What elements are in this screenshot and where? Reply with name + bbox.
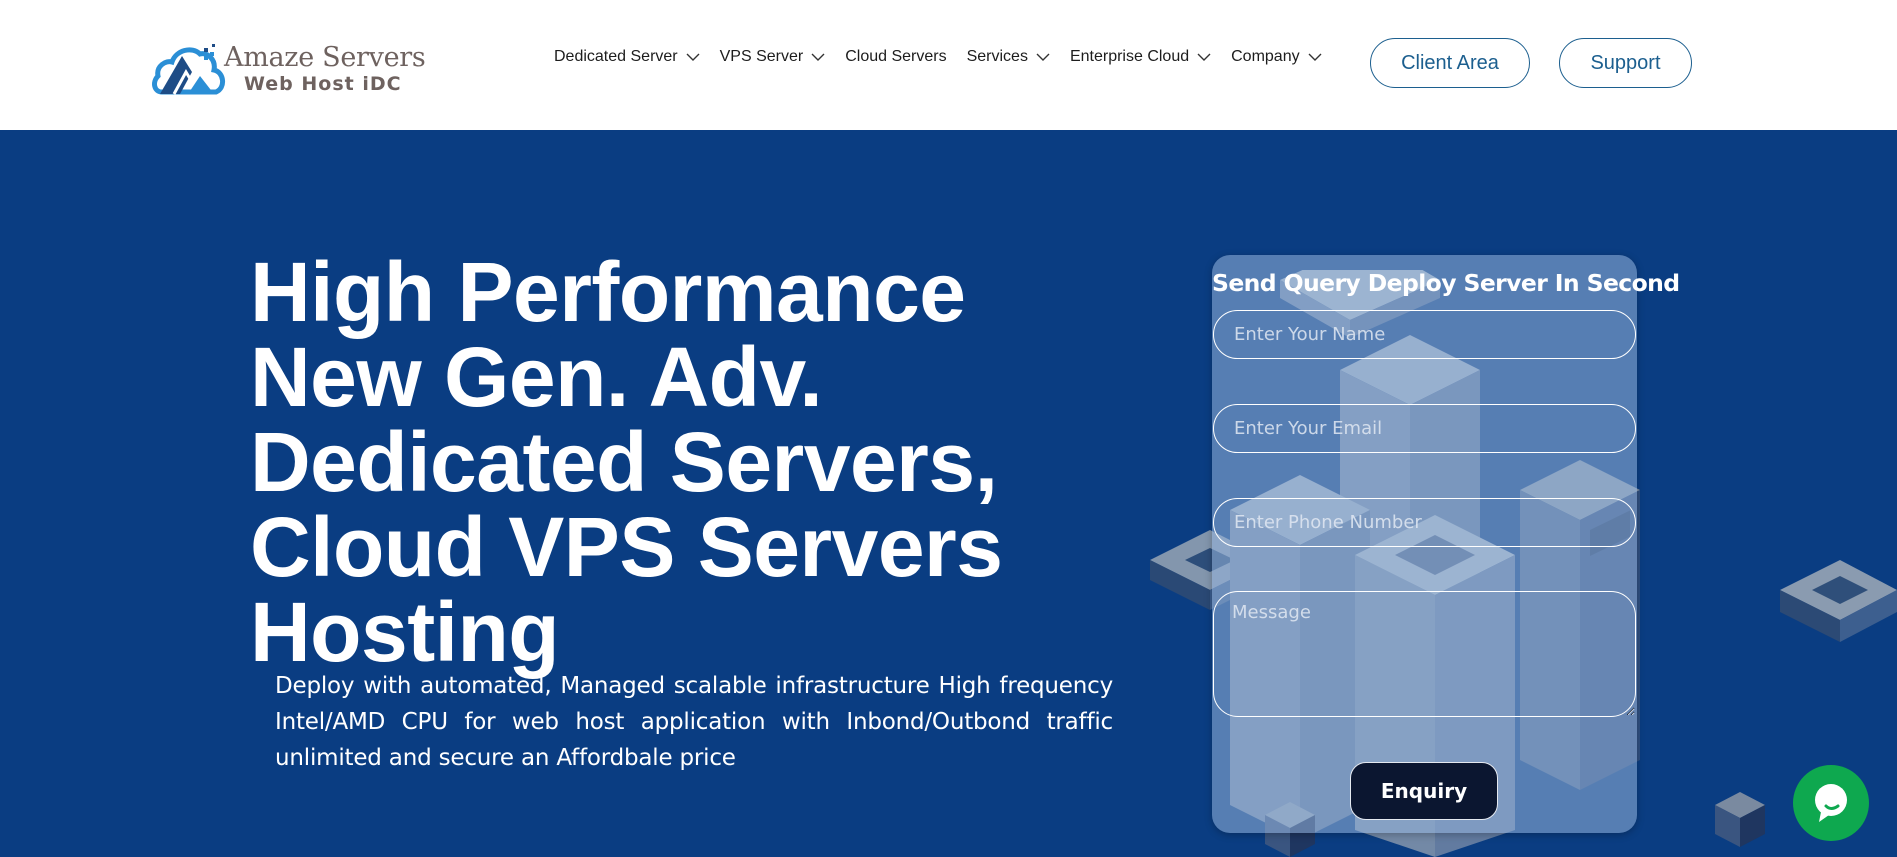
small-cube-right [1715, 792, 1765, 847]
nav-item-cloud-servers[interactable]: Cloud Servers [845, 48, 946, 66]
logo-subtitle: Web Host iDC [244, 73, 402, 95]
chevron-down-icon [1197, 53, 1211, 61]
nav-item-label: Enterprise Cloud [1069, 48, 1190, 65]
message-textarea[interactable] [1213, 591, 1636, 717]
nav-item-label: Services [966, 48, 1028, 65]
chevron-down-icon [1036, 53, 1050, 61]
name-input[interactable] [1213, 310, 1636, 359]
form-title: Send Query Deploy Server In Second [1212, 269, 1680, 297]
nav-item-label: VPS Server [719, 48, 804, 65]
nav-item-enterprise-cloud[interactable]: Enterprise Cloud [1070, 48, 1211, 66]
enquiry-button[interactable]: Enquiry [1350, 762, 1498, 820]
nav-item-label: Dedicated Server [554, 48, 678, 65]
chat-widget-button[interactable] [1793, 765, 1869, 841]
chevron-down-icon [1308, 53, 1322, 61]
main-nav: Dedicated Server VPS Server Cloud Server… [554, 46, 1342, 68]
nav-item-label: Company [1231, 48, 1300, 65]
hero-title: High Performance New Gen. Adv. Dedicated… [250, 245, 1003, 679]
nav-item-vps-server[interactable]: VPS Server [720, 48, 826, 66]
nav-item-dedicated-server[interactable]: Dedicated Server [554, 48, 700, 66]
cloud-logo-icon [152, 44, 225, 95]
email-input[interactable] [1213, 404, 1636, 453]
nav-item-company[interactable]: Company [1231, 48, 1322, 66]
site-header: Amaze Servers Web Host iDC Dedicated Ser… [0, 0, 1897, 130]
network-module-right [1780, 560, 1897, 642]
nav-item-services[interactable]: Services [967, 48, 1050, 66]
nav-item-label: Cloud Servers [845, 48, 947, 65]
logo-title: Amaze Servers [224, 42, 426, 73]
chevron-down-icon [686, 53, 700, 61]
enquiry-form: Send Query Deploy Server In Second Enqui… [1212, 255, 1680, 833]
client-area-button[interactable]: Client Area [1370, 38, 1530, 88]
hero-description: Deploy with automated, Managed scalable … [275, 673, 1113, 771]
support-button[interactable]: Support [1559, 38, 1692, 88]
chevron-down-icon [811, 53, 825, 61]
logo[interactable]: Amaze Servers Web Host iDC [152, 40, 426, 100]
chat-bubble-icon [1815, 784, 1847, 822]
phone-input[interactable] [1213, 498, 1636, 547]
